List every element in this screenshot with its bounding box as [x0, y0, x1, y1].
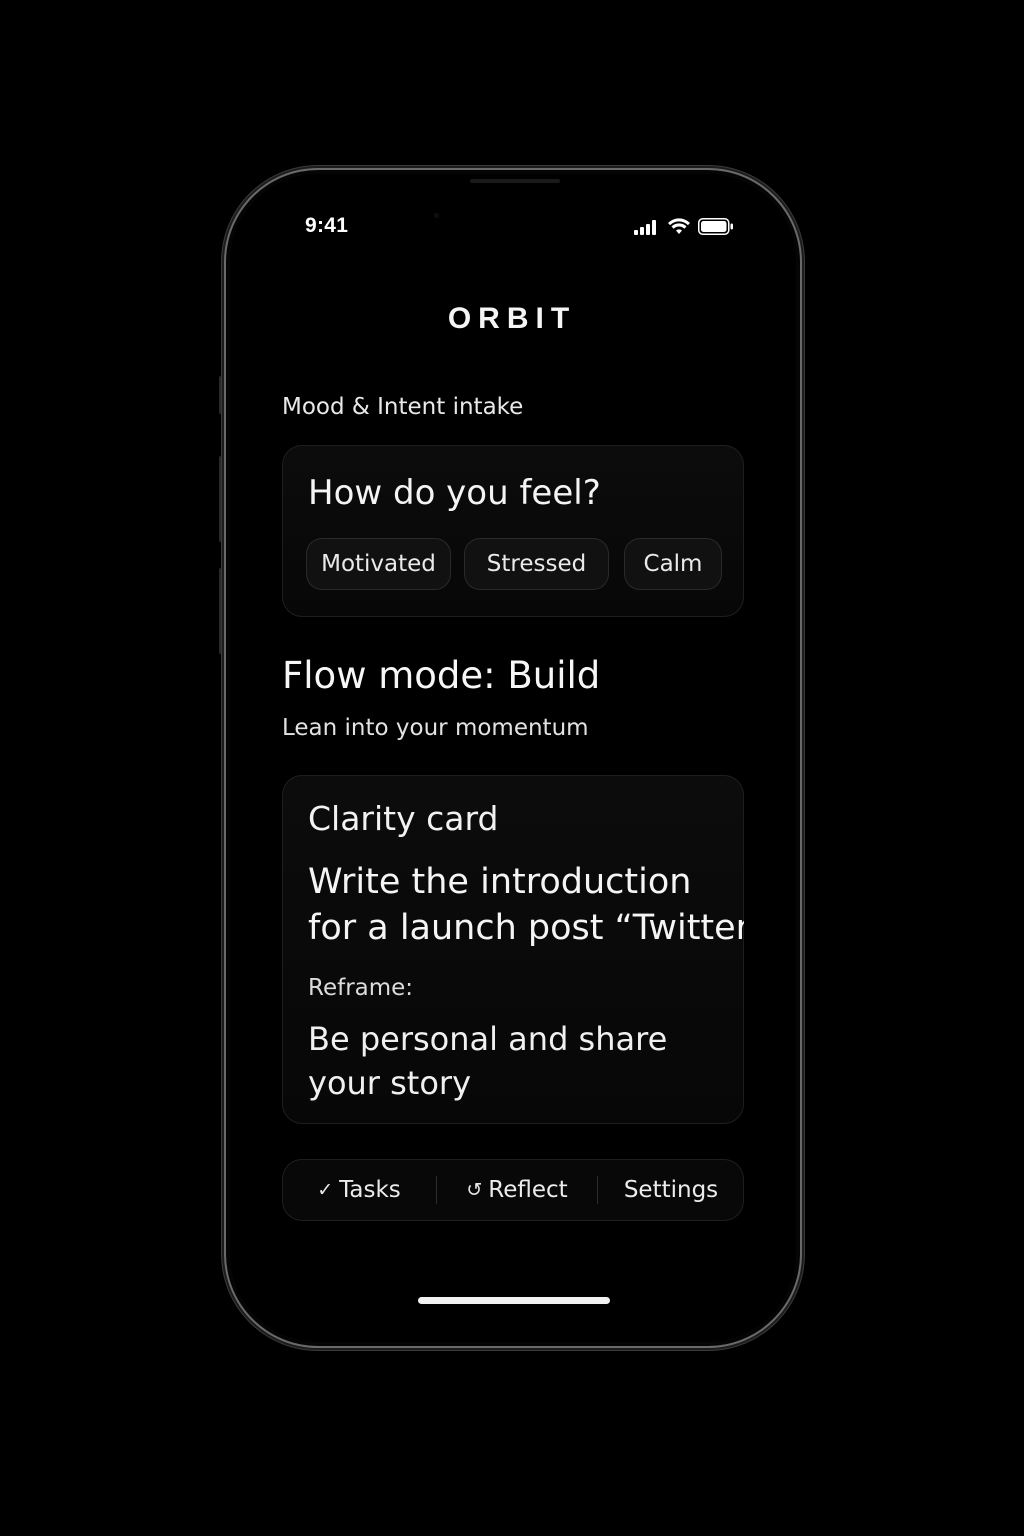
clarity-task-line-2: for a launch post “Twitter [308, 908, 744, 948]
camera-dot [434, 213, 439, 218]
volume-down-button [219, 568, 224, 654]
section-label: Mood & Intent intake [282, 394, 524, 420]
home-indicator[interactable] [418, 1297, 610, 1304]
status-time: 9:41 [305, 214, 349, 237]
app-brand: ORBIT [447, 302, 577, 335]
flow-mode-subtitle: Lean into your momentum [282, 715, 589, 741]
tab-tasks-label: Tasks [339, 1177, 401, 1203]
mood-question: How do you feel? [308, 473, 601, 513]
mood-chip-stressed[interactable]: Stressed [464, 538, 609, 590]
tab-settings-label: Settings [623, 1177, 719, 1203]
stage: 9:41 ORBIT Mood & Intent intake How do y… [0, 0, 1024, 1536]
mood-options: Motivated Stressed Calm [306, 538, 722, 590]
mood-chip-motivated[interactable]: Motivated [306, 538, 451, 590]
clarity-card-title: Clarity card [308, 799, 499, 838]
mood-card: How do you feel? Motivated Stressed Calm [282, 445, 744, 617]
status-icons [634, 218, 734, 235]
flow-mode-title: Flow mode: Build [282, 654, 601, 697]
mute-switch [219, 376, 224, 414]
reframe-label: Reframe: [308, 975, 414, 1001]
tab-settings[interactable]: Settings [598, 1159, 744, 1221]
battery-icon [698, 218, 733, 235]
tab-reflect-label: Reflect [488, 1177, 568, 1203]
signal-icon [634, 219, 656, 235]
tab-tasks[interactable]: ✓ Tasks [282, 1159, 436, 1221]
speaker-slit [470, 179, 560, 183]
clarity-task-line-1: Write the introduction [308, 862, 692, 902]
power-button [800, 490, 805, 622]
check-icon: ✓ [317, 1179, 334, 1201]
wifi-icon [668, 218, 690, 234]
reframe-text: Be personal and share your story [308, 1020, 668, 1102]
bottom-tab-bar: ✓ Tasks ↺ Reflect Settings [282, 1159, 744, 1221]
volume-up-button [219, 456, 224, 542]
undo-icon: ↺ [466, 1179, 483, 1201]
clarity-card[interactable]: Clarity card Write the introduction for … [282, 775, 744, 1124]
tab-reflect[interactable]: ↺ Reflect [437, 1159, 597, 1221]
mood-chip-calm[interactable]: Calm [624, 538, 722, 590]
clarity-task-text: Write the introduction for a launch post… [308, 859, 744, 951]
